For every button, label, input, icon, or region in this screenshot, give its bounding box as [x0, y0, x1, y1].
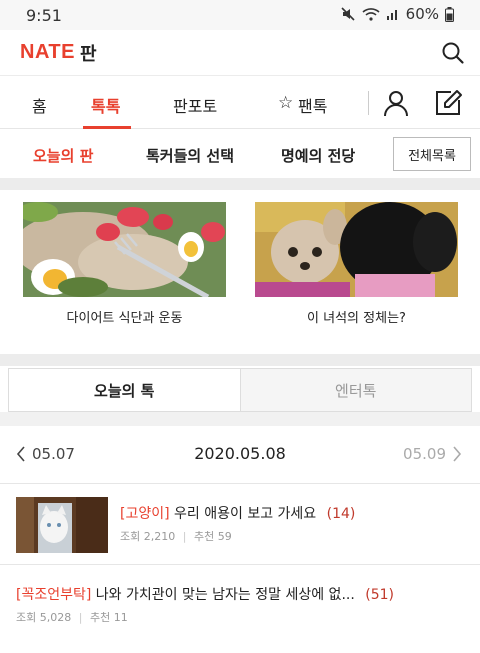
featured-card[interactable]: 다이어트 식단과 운동: [23, 202, 226, 326]
section-gap: [0, 412, 480, 426]
talk-toggle: 오늘의 톡 엔터톡: [8, 368, 472, 412]
meta-separator: |: [182, 530, 187, 543]
cat-thumbnail[interactable]: [16, 497, 108, 553]
date-navigator: 05.07 2020.05.08 05.09: [0, 426, 480, 484]
dogs-image[interactable]: [255, 202, 458, 297]
active-tab-indicator: [83, 126, 131, 129]
status-icons: 60%: [340, 5, 454, 23]
status-bar: 9:51 60%: [0, 0, 480, 30]
star-icon: ☆: [278, 93, 294, 113]
featured-caption[interactable]: 이 녀석의 정체는?: [255, 307, 458, 326]
post-category: [꼭조언부탁]: [16, 587, 92, 603]
user-icon[interactable]: [382, 89, 410, 117]
nav-divider: [368, 91, 369, 115]
featured-section: 다이어트 식단과 운동 이 녀석의 정체는?: [0, 190, 480, 354]
post-title: 우리 애용이 보고 가세요: [174, 506, 317, 522]
section-gap: [0, 178, 480, 190]
comment-count: (14): [326, 506, 356, 522]
next-date-button[interactable]: 05.09: [403, 445, 462, 463]
comment-count: (51): [365, 587, 394, 603]
subnav-tokers-choice[interactable]: 톡커들의 선택: [146, 145, 234, 166]
list-item[interactable]: [꼭조언부탁] 나와 가치관이 맞는 남자는 정말 세상에 없... (51) …: [0, 566, 480, 653]
likes-count: 11: [113, 611, 128, 624]
section-gap: [0, 354, 480, 366]
post-meta: 조회 5,028 | 추천 11: [16, 609, 128, 625]
likes-count: 59: [217, 530, 232, 543]
featured-card[interactable]: 이 녀석의 정체는?: [255, 202, 458, 326]
tab-toktok[interactable]: 톡톡: [91, 93, 120, 117]
toggle-today-talk[interactable]: 오늘의 톡: [9, 369, 241, 411]
meta-separator: |: [78, 611, 83, 624]
likes-label: 추천: [89, 611, 111, 624]
list-item[interactable]: [고양이] 우리 애용이 보고 가세요 (14) 조회 2,210 | 추천 5…: [0, 485, 480, 565]
search-icon[interactable]: [440, 40, 466, 66]
views-count: 2,210: [143, 530, 176, 543]
tab-panphoto[interactable]: 판포토: [173, 93, 217, 117]
battery-percent: 60%: [405, 5, 439, 23]
mute-icon: [341, 7, 355, 21]
post-category: [고양이]: [120, 506, 170, 522]
tab-home[interactable]: 홈: [32, 93, 47, 117]
pann-logo[interactable]: 판: [80, 40, 97, 66]
sub-nav: 오늘의 판 톡커들의 선택 명예의 전당 전체목록: [0, 130, 480, 178]
signal-icon: [386, 10, 397, 20]
post-title-line[interactable]: [고양이] 우리 애용이 보고 가세요 (14): [120, 503, 355, 523]
featured-caption[interactable]: 다이어트 식단과 운동: [23, 307, 226, 326]
subnav-hall-of-fame[interactable]: 명예의 전당: [281, 145, 355, 166]
salad-image[interactable]: [23, 202, 226, 297]
app-header: NATE 판: [0, 30, 480, 76]
wifi-icon: [362, 8, 380, 21]
toggle-enter-talk[interactable]: 엔터톡: [240, 369, 471, 411]
all-list-button[interactable]: 전체목록: [393, 137, 471, 171]
post-title-line[interactable]: [꼭조언부탁] 나와 가치관이 맞는 남자는 정말 세상에 없... (51): [16, 584, 394, 604]
next-date-label: 05.09: [403, 445, 446, 463]
views-label: 조회: [120, 530, 141, 543]
subnav-today-pann[interactable]: 오늘의 판: [33, 145, 93, 166]
status-time: 9:51: [26, 6, 62, 25]
tab-fantok[interactable]: 팬톡: [298, 93, 327, 117]
likes-label: 추천: [193, 530, 215, 543]
post-title: 나와 가치관이 맞는 남자는 정말 세상에 없...: [95, 587, 355, 603]
nate-logo[interactable]: NATE: [20, 41, 75, 64]
write-icon[interactable]: [433, 88, 463, 118]
views-count: 5,028: [39, 611, 72, 624]
battery-icon: [445, 6, 454, 22]
views-label: 조회: [16, 611, 37, 624]
main-nav: 홈 톡톡 판포토 ☆ 팬톡: [0, 77, 480, 129]
post-meta: 조회 2,210 | 추천 59: [120, 528, 232, 544]
chevron-right-icon: [453, 446, 462, 462]
